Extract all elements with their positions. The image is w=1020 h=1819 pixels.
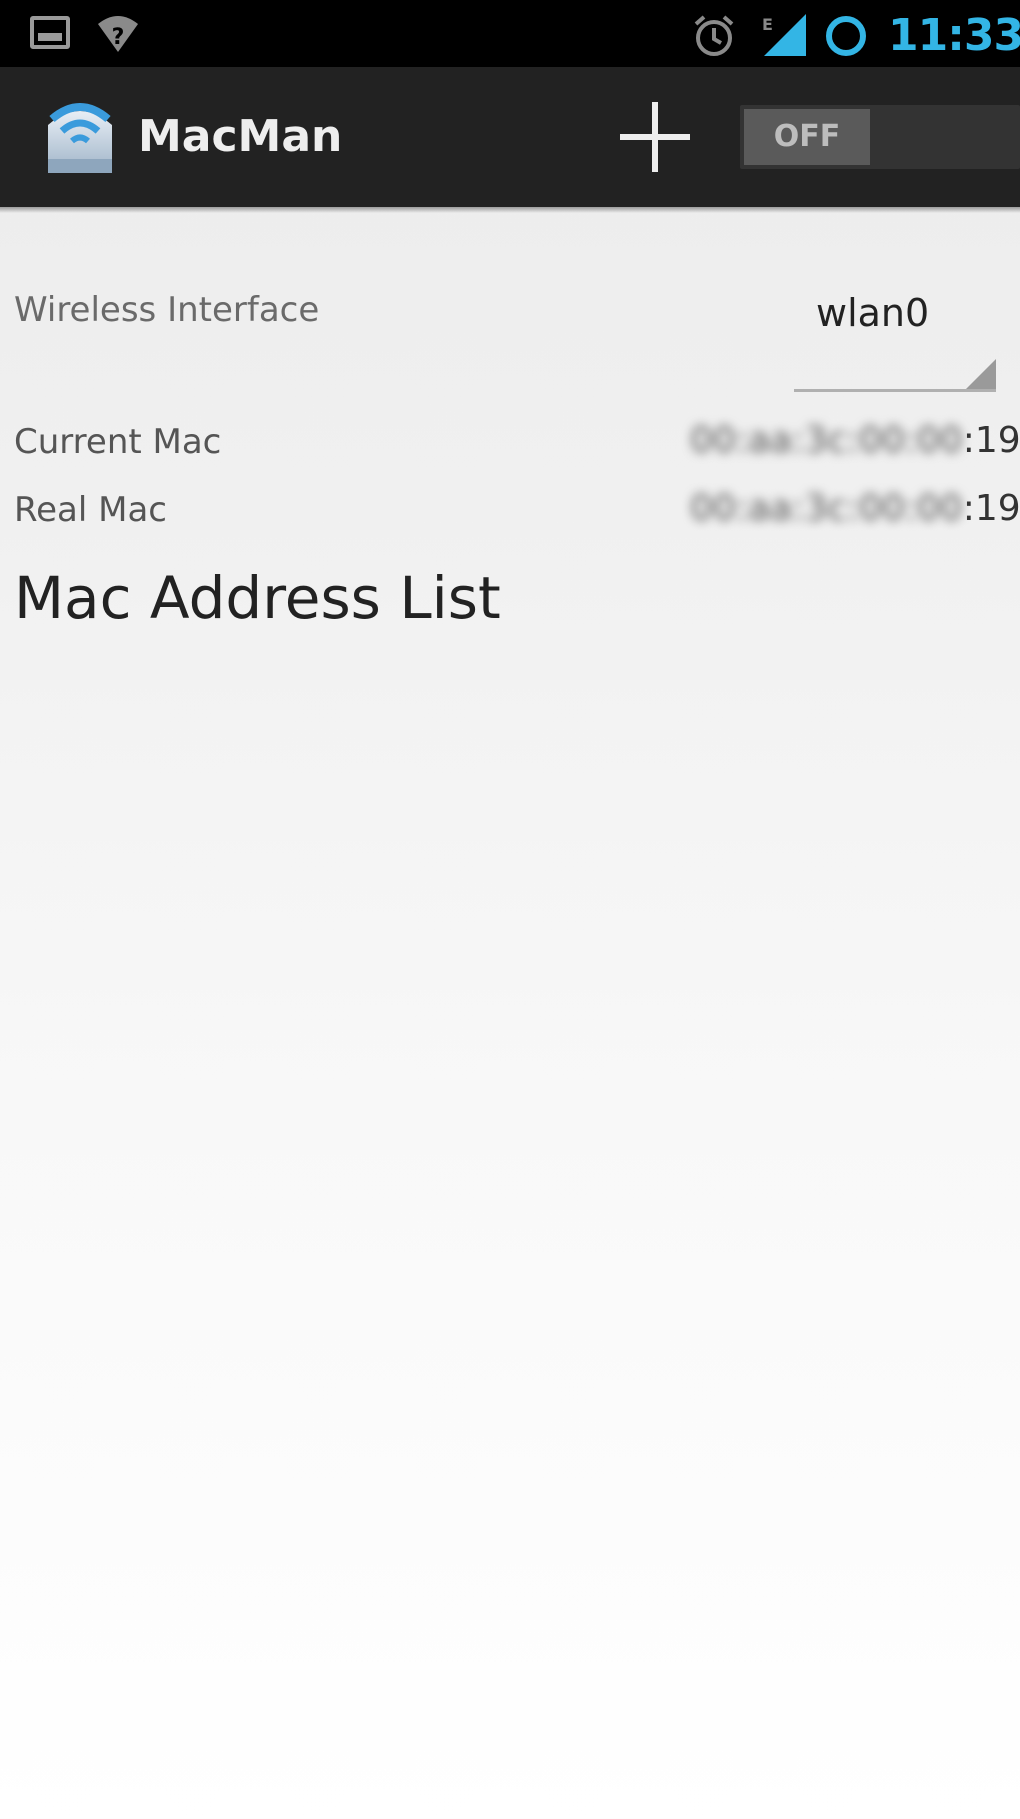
redacted-mac-prefix: 00:aa:3c:00:00 — [690, 420, 963, 461]
svg-text:E: E — [762, 15, 773, 34]
mac-address-list[interactable] — [0, 650, 1020, 1750]
real-mac-label: Real Mac — [14, 490, 167, 530]
signal-icon: E — [762, 14, 806, 56]
wireless-interface-label: Wireless Interface — [14, 290, 320, 330]
wifi-toggle-switch[interactable]: OFF — [740, 105, 1020, 169]
spinner-underline — [794, 389, 996, 392]
sync-icon — [826, 16, 866, 56]
svg-text:?: ? — [112, 25, 125, 50]
spinner-arrow-icon — [966, 359, 996, 389]
status-bar: ? E 11:33 — [0, 0, 1020, 67]
gallery-icon — [30, 16, 70, 49]
interface-spinner[interactable]: wlan0 — [792, 280, 996, 392]
app-title: MacMan — [138, 111, 343, 162]
current-mac-suffix: :19 — [962, 420, 1020, 461]
clock-time: 11:33 — [888, 10, 1020, 61]
macman-wifi-icon[interactable] — [42, 97, 118, 177]
wifi-unknown-icon: ? — [98, 16, 138, 52]
toggle-label: OFF — [744, 109, 870, 165]
real-mac-value: 00:aa:3c:00:00:19 — [690, 488, 1020, 529]
mac-address-list-title: Mac Address List — [14, 564, 501, 632]
current-mac-label: Current Mac — [14, 422, 222, 462]
action-bar: MacMan OFF — [0, 67, 1020, 213]
current-mac-value: 00:aa:3c:00:00:19 — [690, 420, 1020, 461]
plus-icon — [620, 102, 690, 172]
interface-value: wlan0 — [816, 291, 930, 335]
redacted-mac-prefix: 00:aa:3c:00:00 — [690, 488, 963, 529]
real-mac-suffix: :19 — [962, 488, 1020, 529]
alarm-icon — [694, 15, 734, 56]
add-button[interactable] — [605, 97, 705, 177]
